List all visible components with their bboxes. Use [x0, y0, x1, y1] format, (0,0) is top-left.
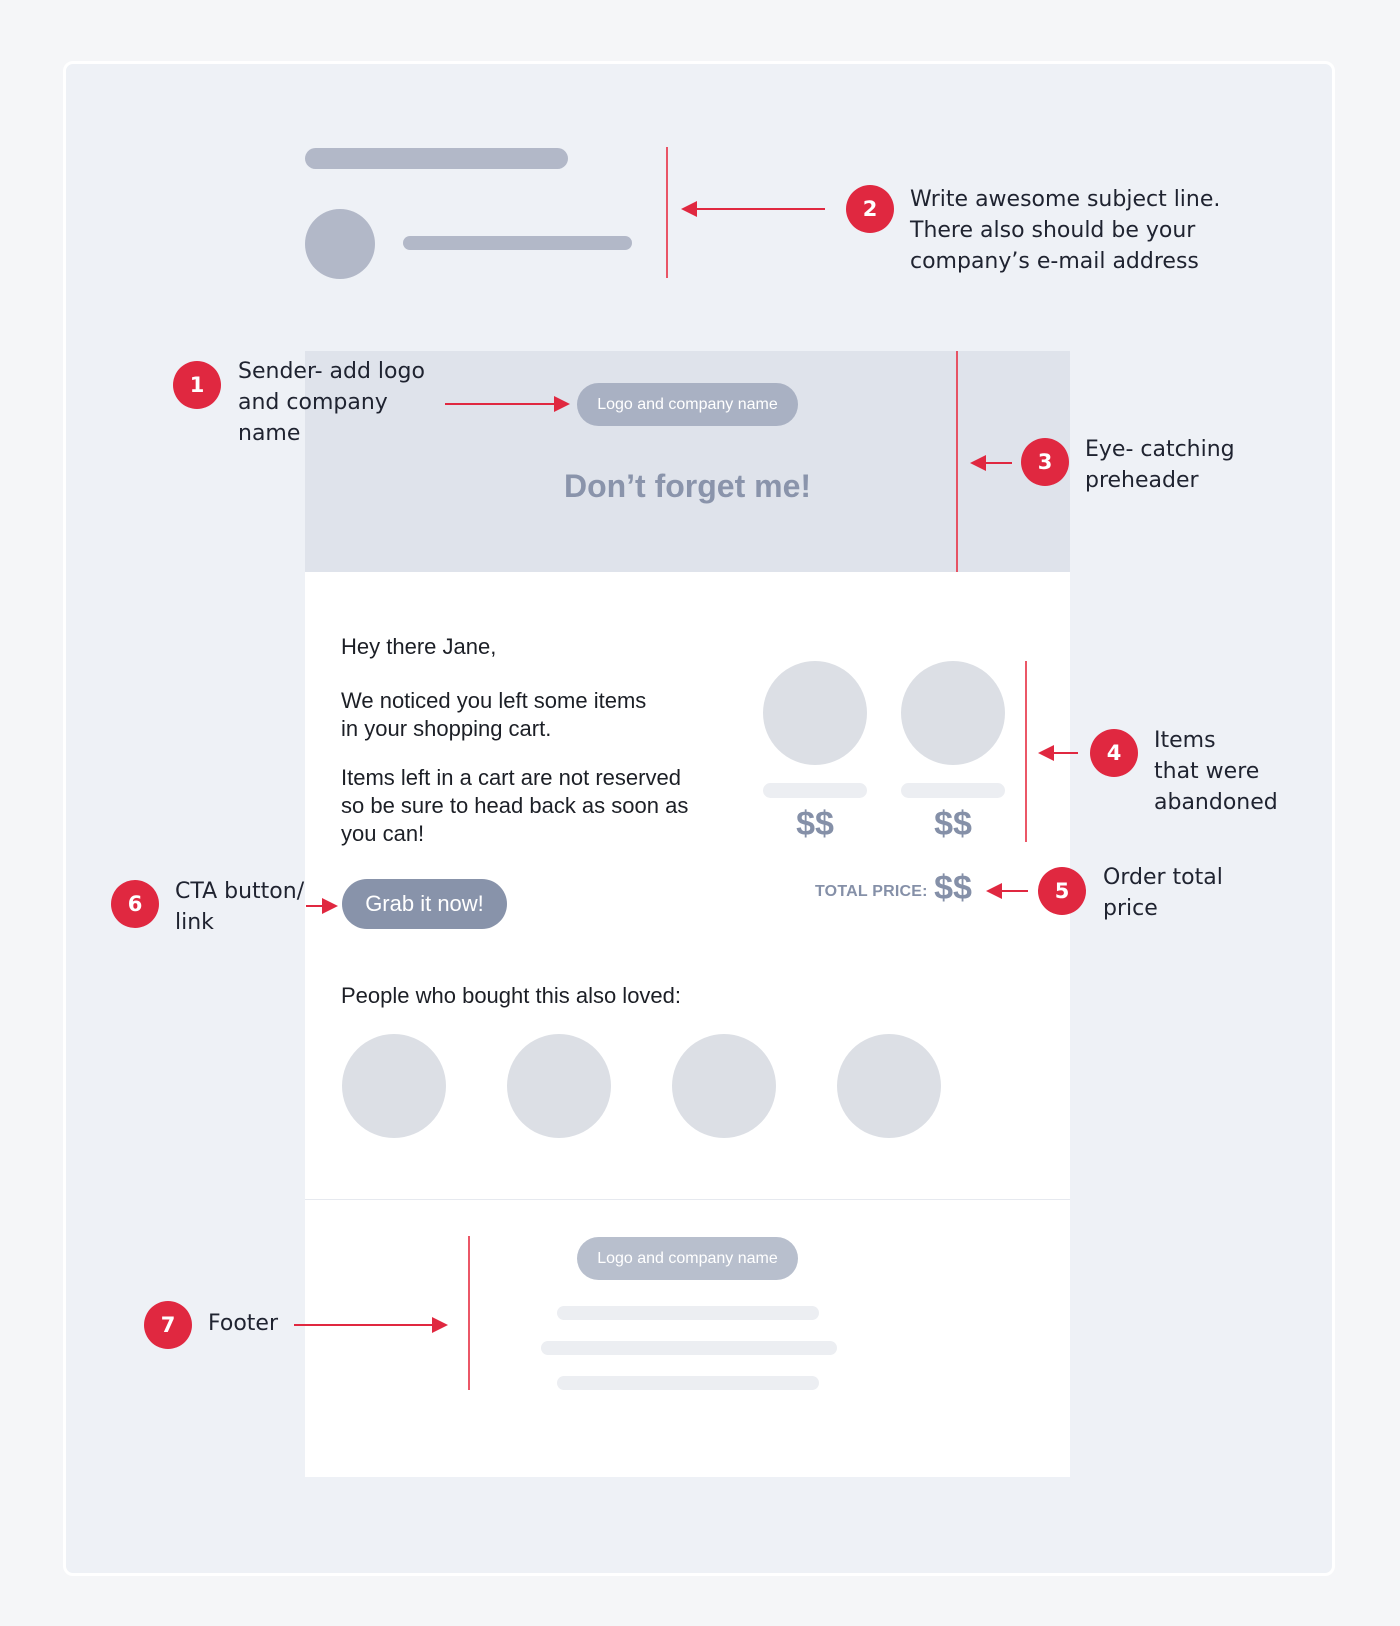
footer-logo-placeholder: Logo and company name: [577, 1237, 798, 1280]
total-price-value: $$: [934, 869, 972, 907]
arrow-to-logo: [445, 396, 570, 412]
bracket-line-items: [1025, 661, 1027, 842]
arrow-to-items: [1038, 745, 1078, 761]
recommendations-heading: People who bought this also loved:: [341, 983, 682, 1008]
annotation-text-7: Footer: [208, 1311, 278, 1336]
annotation-text-2: Write awesome subject line. There also s…: [910, 187, 1221, 274]
annotation-text-3: Eye- catching preheader: [1085, 437, 1235, 493]
annotation-badge-1: 1: [173, 361, 221, 409]
recommended-item-image: [837, 1034, 941, 1138]
arrow-to-footer: [294, 1317, 448, 1333]
subject-line-placeholder: [305, 148, 568, 169]
annotation-badge-5: 5: [1038, 867, 1086, 915]
arrow-to-cta: [306, 898, 338, 914]
header-logo-placeholder: Logo and company name: [577, 383, 798, 426]
footer-text-placeholder: [557, 1376, 819, 1390]
sender-avatar-placeholder: [305, 209, 375, 279]
bracket-line-subject: [666, 147, 668, 278]
annotation-text-4: Items that were abandoned: [1154, 728, 1278, 815]
email-paragraph-2: Items left in a cart are not reserved so…: [341, 765, 689, 846]
email-greeting: Hey there Jane,: [341, 634, 497, 659]
annotation-badge-4: 4: [1090, 729, 1138, 777]
bracket-line-footer: [468, 1236, 470, 1390]
arrow-to-subject: [681, 201, 825, 217]
total-price-label: TOTAL PRICE:: [815, 883, 928, 900]
email-paragraph-1: We noticed you left some items in your s…: [341, 688, 647, 741]
footer-text-placeholder: [557, 1306, 819, 1320]
cart-item-name-placeholder: [763, 783, 867, 798]
recommended-item-image: [342, 1034, 446, 1138]
recommended-item-image: [672, 1034, 776, 1138]
footer-divider: [305, 1199, 1070, 1200]
arrow-to-preheader: [970, 455, 1012, 471]
annotation-text-6: CTA button/ link: [175, 879, 305, 935]
annotation-badge-2: 2: [846, 185, 894, 233]
arrow-to-total: [986, 883, 1028, 899]
cta-button[interactable]: Grab it now!: [342, 879, 507, 929]
cart-item-image: [763, 661, 867, 765]
annotation-badge-3: 3: [1021, 438, 1069, 486]
cart-item-price: $$: [796, 805, 834, 843]
cart-item-name-placeholder: [901, 783, 1005, 798]
cart-item-price: $$: [934, 805, 972, 843]
sender-email-placeholder: [403, 236, 632, 250]
recommended-item-image: [507, 1034, 611, 1138]
annotation-text-5: Order total price: [1103, 865, 1223, 921]
footer-text-placeholder: [541, 1341, 837, 1355]
annotation-badge-7: 7: [144, 1301, 192, 1349]
annotation-text-1: Sender- add logo and company name: [238, 359, 425, 446]
cart-item-image: [901, 661, 1005, 765]
bracket-line-preheader: [956, 351, 958, 572]
annotation-badge-6: 6: [111, 880, 159, 928]
